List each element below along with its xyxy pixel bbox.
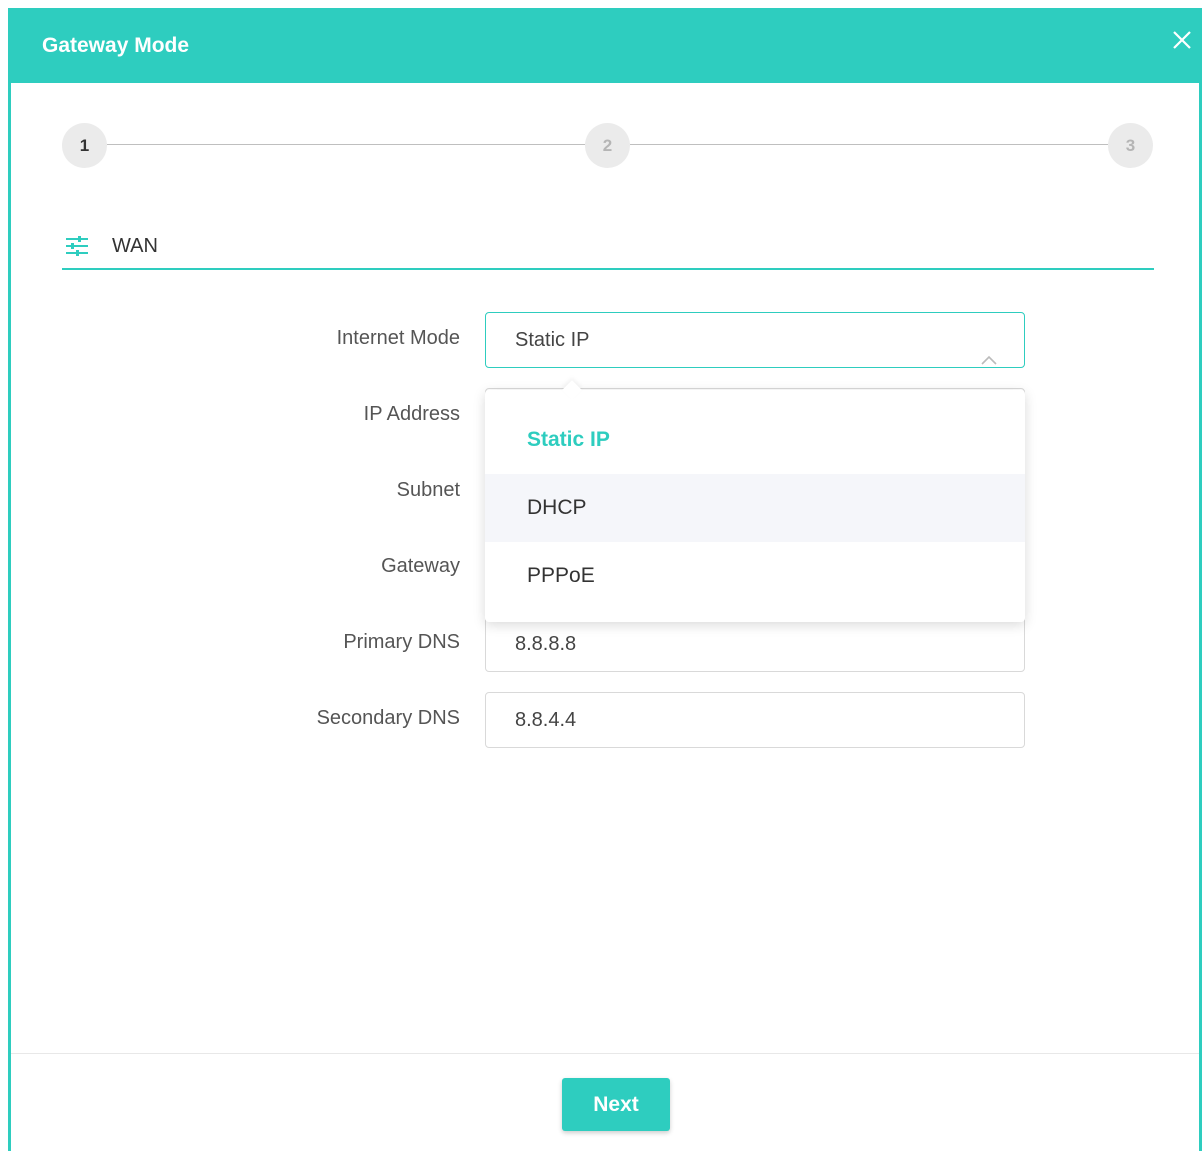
gateway-mode-dialog: Gateway Mode 1 2 3 WAN Internet Mode Sta… — [8, 8, 1202, 1151]
secondary-dns-input[interactable]: 8.8.4.4 — [485, 692, 1025, 748]
dropdown-option-dhcp[interactable]: DHCP — [485, 474, 1025, 542]
step-2: 2 — [585, 123, 630, 168]
internet-mode-row: Internet Mode Static IP — [11, 312, 1202, 368]
ip-address-label: IP Address — [363, 403, 460, 425]
section-header-wan: WAN — [62, 228, 1154, 270]
secondary-dns-label: Secondary DNS — [316, 707, 460, 729]
step-connector — [630, 144, 1108, 145]
subnet-label: Subnet — [396, 479, 460, 501]
dialog-title: Gateway Mode — [42, 34, 190, 57]
dialog-header: Gateway Mode — [8, 8, 1202, 83]
step-connector — [107, 144, 585, 145]
gateway-label: Gateway — [381, 555, 460, 577]
section-title: WAN — [112, 235, 158, 257]
secondary-dns-row: Secondary DNS 8.8.4.4 — [11, 692, 1202, 748]
close-icon[interactable] — [1170, 28, 1194, 52]
internet-mode-select[interactable]: Static IP — [485, 312, 1025, 368]
primary-dns-row: Primary DNS 8.8.8.8 — [11, 616, 1202, 672]
primary-dns-input[interactable]: 8.8.8.8 — [485, 616, 1025, 672]
internet-mode-dropdown: Static IP DHCP PPPoE — [485, 380, 1025, 622]
internet-mode-label: Internet Mode — [336, 327, 460, 349]
chevron-up-icon — [980, 333, 998, 365]
next-button[interactable]: Next — [562, 1078, 670, 1131]
dropdown-arrow — [562, 380, 582, 400]
step-3: 3 — [1108, 123, 1153, 168]
footer-divider — [11, 1053, 1199, 1054]
step-1: 1 — [62, 123, 107, 168]
dropdown-option-static-ip[interactable]: Static IP — [485, 406, 1025, 474]
dropdown-option-pppoe[interactable]: PPPoE — [485, 542, 1025, 610]
primary-dns-label: Primary DNS — [343, 631, 460, 653]
stepper: 1 2 3 — [62, 123, 1154, 171]
sliders-icon — [64, 235, 90, 257]
internet-mode-value: Static IP — [515, 329, 590, 351]
